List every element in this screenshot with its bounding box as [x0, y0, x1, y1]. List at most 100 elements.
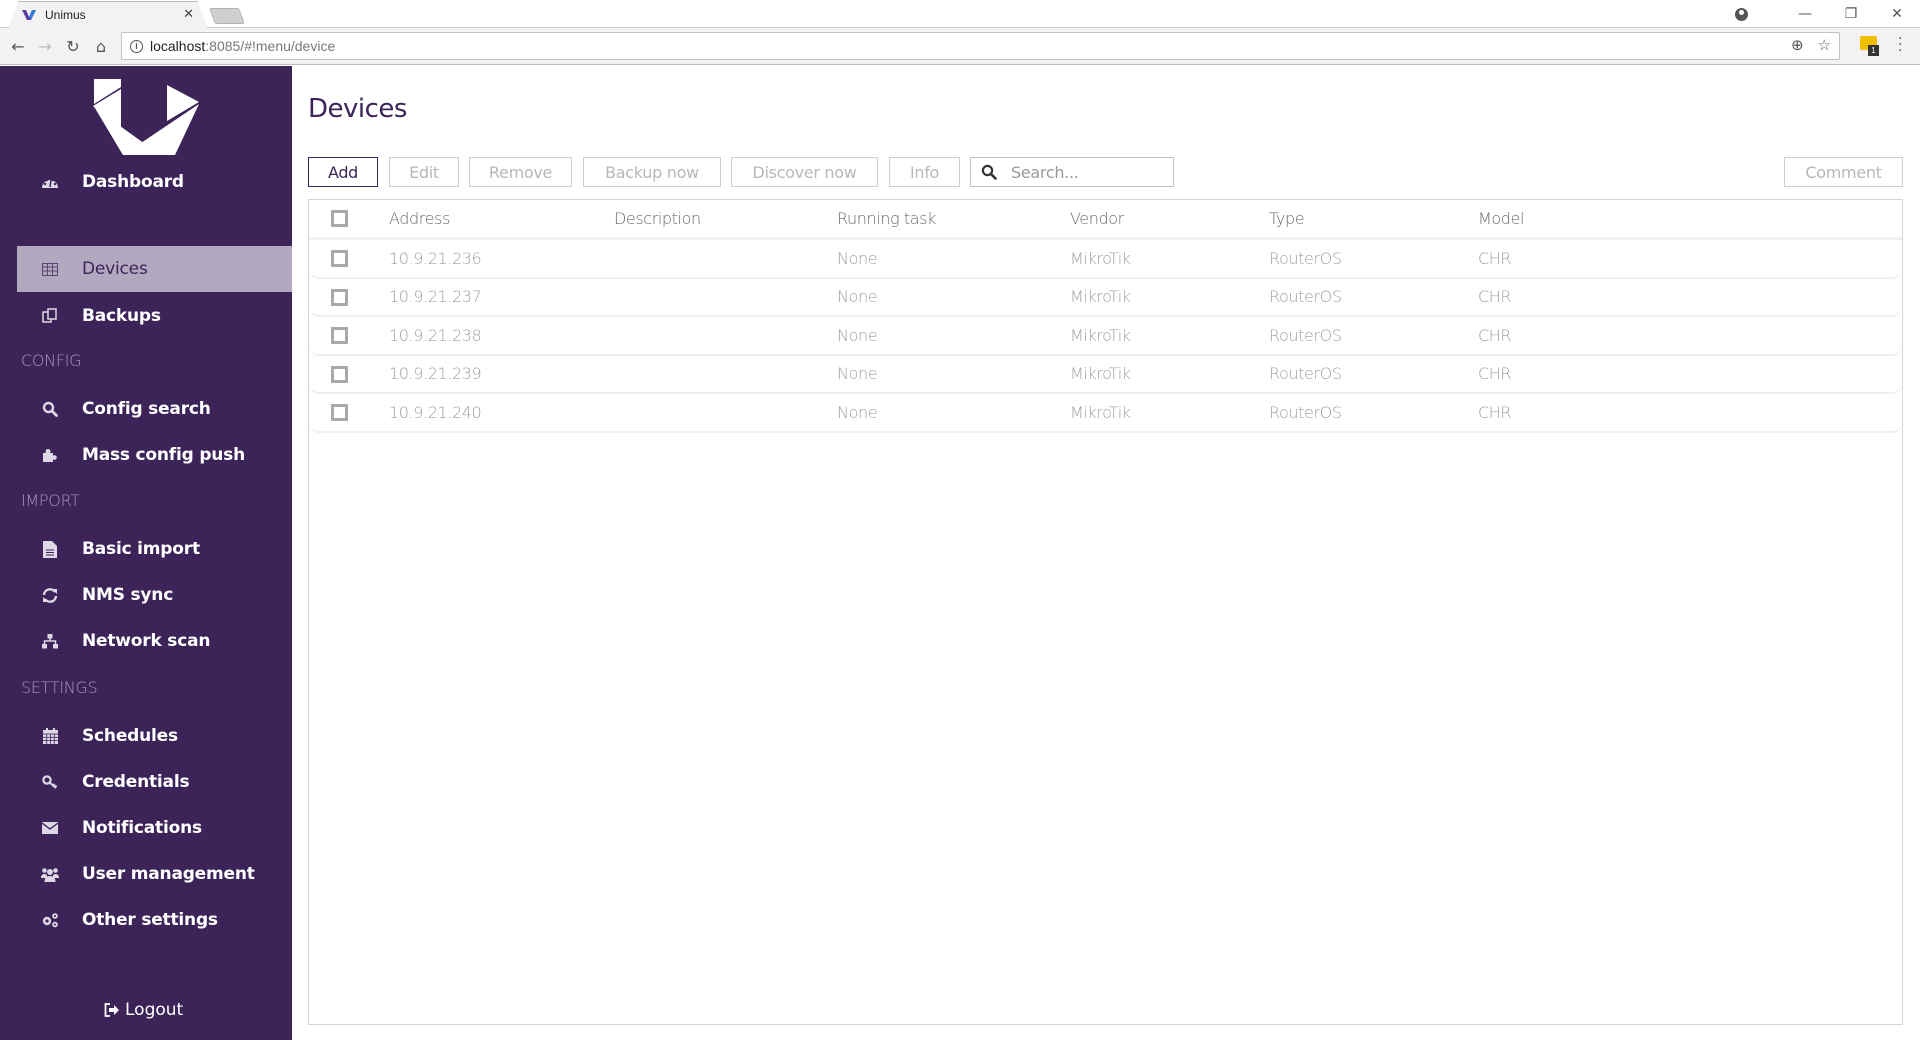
row-checkbox[interactable] — [331, 404, 348, 421]
cell-address: 10.9.21.237 — [389, 287, 482, 307]
forward-icon[interactable]: → — [33, 34, 57, 58]
cell-type: RouterOS — [1269, 364, 1342, 384]
sidebar-item-config-search[interactable]: Config search — [17, 386, 292, 432]
column-header-description[interactable]: Description — [614, 200, 701, 237]
column-header-type[interactable]: Type — [1269, 200, 1305, 237]
browser-menu-icon[interactable]: · · · — [1898, 32, 1902, 58]
section-label-settings: SETTINGS — [21, 678, 98, 697]
sidebar-item-network-scan[interactable]: Network scan — [17, 618, 292, 664]
page-title: Devices — [308, 94, 407, 124]
cell-model: CHR — [1478, 364, 1512, 384]
sidebar-item-label: Backups — [82, 306, 161, 326]
remove-button[interactable]: Remove — [469, 157, 572, 187]
bookmark-star-icon[interactable]: ☆ — [1818, 36, 1831, 54]
close-window-button[interactable]: ✕ — [1874, 0, 1920, 28]
sidebar-item-dashboard[interactable]: Dashboard — [17, 159, 292, 205]
table-row[interactable]: 10.9.21.236 None MikroTik RouterOS CHR — [309, 240, 1902, 279]
add-button[interactable]: Add — [308, 157, 378, 187]
table-row[interactable]: 10.9.21.239 None MikroTik RouterOS CHR — [309, 356, 1902, 394]
column-header-running-task[interactable]: Running task — [837, 200, 936, 237]
cell-vendor: MikroTik — [1070, 287, 1131, 307]
column-header-vendor[interactable]: Vendor — [1070, 200, 1124, 237]
sidebar-item-label: Config search — [82, 399, 211, 419]
address-bar[interactable]: i localhost:8085/#!menu/device ⊕ ☆ — [121, 32, 1840, 60]
tab-close-icon[interactable]: ✕ — [183, 7, 194, 22]
search-icon — [40, 401, 60, 417]
table-row[interactable]: 10.9.21.237 None MikroTik RouterOS CHR — [309, 279, 1902, 317]
cell-address: 10.9.21.240 — [389, 402, 482, 422]
sidebar-item-schedules[interactable]: Schedules — [17, 713, 292, 759]
cell-running-task: None — [837, 325, 878, 345]
cell-address: 10.9.21.236 — [389, 248, 482, 268]
sidebar-item-label: Other settings — [82, 910, 218, 930]
row-checkbox[interactable] — [331, 327, 348, 344]
cell-model: CHR — [1478, 402, 1512, 422]
cell-running-task: None — [837, 248, 878, 268]
table-icon — [40, 262, 60, 276]
row-checkbox[interactable] — [331, 250, 348, 267]
cell-vendor: MikroTik — [1070, 248, 1131, 268]
backup-now-button[interactable]: Backup now — [583, 157, 721, 187]
sidebar-item-nms-sync[interactable]: NMS sync — [17, 572, 292, 618]
minimize-button[interactable]: — — [1782, 0, 1828, 28]
window-controls: — ❐ ✕ — [1735, 0, 1920, 28]
table-row[interactable]: 10.9.21.240 None MikroTik RouterOS CHR — [309, 394, 1902, 433]
refresh-icon — [40, 587, 60, 603]
column-header-model[interactable]: Model — [1478, 200, 1524, 237]
profile-icon[interactable] — [1735, 7, 1748, 21]
edit-button[interactable]: Edit — [389, 157, 459, 187]
sidebar-item-basic-import[interactable]: Basic import — [17, 526, 292, 572]
column-header-address[interactable]: Address — [389, 200, 450, 237]
calendar-icon — [40, 728, 60, 744]
sidebar-item-user-management[interactable]: User management — [17, 851, 292, 897]
reload-icon[interactable]: ↻ — [61, 34, 85, 58]
sidebar-item-label: Mass config push — [82, 445, 246, 465]
search-field[interactable] — [970, 157, 1174, 187]
unimus-favicon-icon — [22, 9, 36, 20]
envelope-icon — [40, 822, 60, 834]
row-checkbox[interactable] — [331, 288, 348, 306]
sidebar-item-label: Network scan — [82, 631, 211, 651]
browser-tab-content[interactable]: Unimus ✕ — [8, 1, 208, 28]
cell-type: RouterOS — [1269, 287, 1342, 307]
site-info-icon[interactable]: i — [130, 39, 143, 53]
search-input[interactable] — [1011, 162, 1161, 182]
sidebar-item-label: Devices — [82, 259, 148, 279]
sign-out-icon — [104, 1003, 119, 1017]
sidebar-item-backups[interactable]: Backups — [17, 293, 292, 339]
users-icon — [40, 867, 60, 882]
tab-title: Unimus — [45, 7, 86, 22]
sitemap-icon — [40, 633, 60, 649]
section-label-config: CONFIG — [21, 351, 82, 370]
cell-running-task: None — [837, 364, 878, 384]
zoom-icon[interactable]: ⊕ — [1791, 36, 1804, 54]
new-tab-button[interactable] — [209, 8, 245, 24]
row-checkbox[interactable] — [331, 365, 348, 383]
url-text[interactable]: localhost:8085/#!menu/device — [150, 38, 335, 54]
sidebar-item-credentials[interactable]: Credentials — [17, 759, 292, 805]
sidebar-item-label: User management — [82, 864, 255, 884]
sidebar-item-other-settings[interactable]: Other settings — [17, 897, 292, 943]
sidebar-item-label: Dashboard — [82, 172, 184, 192]
restore-button[interactable]: ❐ — [1828, 0, 1874, 28]
home-icon[interactable]: ⌂ — [89, 34, 113, 58]
table-row[interactable]: 10.9.21.238 None MikroTik RouterOS CHR — [309, 317, 1902, 356]
sidebar-item-devices[interactable]: Devices — [17, 246, 292, 292]
cell-address: 10.9.21.239 — [389, 364, 482, 384]
sidebar-item-notifications[interactable]: Notifications — [17, 805, 292, 851]
sidebar-item-mass-config-push[interactable]: Mass config push — [17, 432, 292, 478]
comment-button[interactable]: Comment — [1784, 157, 1903, 187]
back-icon[interactable]: ← — [6, 34, 30, 58]
cell-type: RouterOS — [1269, 402, 1342, 422]
info-button[interactable]: Info — [889, 157, 960, 187]
extension-badge: 1 — [1868, 45, 1879, 56]
cell-vendor: MikroTik — [1070, 364, 1131, 384]
logout-button[interactable]: Logout — [104, 1000, 183, 1020]
select-all-checkbox[interactable] — [331, 210, 348, 227]
cogs-icon — [40, 912, 60, 928]
devices-table: Address Description Running task Vendor … — [308, 199, 1903, 1025]
key-icon — [40, 774, 60, 790]
discover-now-button[interactable]: Discover now — [731, 157, 878, 187]
cell-model: CHR — [1478, 325, 1512, 345]
section-label-import: IMPORT — [21, 491, 80, 510]
